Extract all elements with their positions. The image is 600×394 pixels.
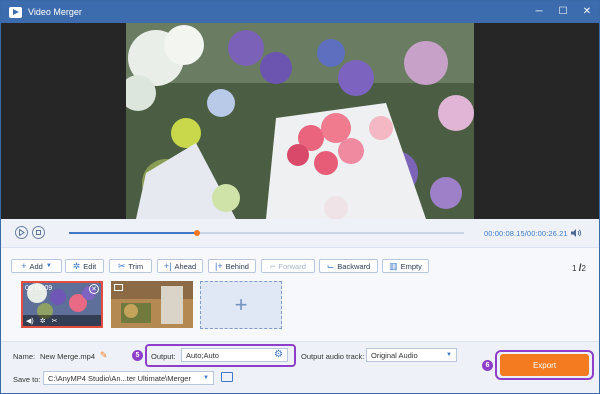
- behind-label: Behind: [225, 261, 249, 271]
- trash-icon: ▥: [389, 260, 398, 271]
- magic-wand-icon: ✲: [72, 260, 81, 271]
- output-value: Auto;Auto: [186, 350, 219, 360]
- caret-down-icon: ▼: [446, 352, 452, 358]
- folder-icon[interactable]: [221, 372, 233, 382]
- name-label: Name:: [13, 352, 36, 361]
- save-path-field[interactable]: C:\AnyMP4 Studio\An...ter Ultimate\Merge…: [43, 371, 214, 385]
- video-frame: [126, 23, 474, 219]
- window-title: Video Merger: [28, 7, 82, 17]
- audio-track-value: Original Audio: [371, 350, 418, 360]
- save-to-label: Save to:: [13, 375, 41, 384]
- caret-down-icon: ▼: [45, 263, 52, 269]
- title-bar: Video Merger ─ ☐ ✕: [1, 1, 599, 23]
- progress-knob[interactable]: [193, 230, 200, 236]
- audio-track-select[interactable]: Original Audio ▼: [366, 348, 457, 362]
- output-format-field[interactable]: Auto;Auto: [181, 348, 288, 362]
- trim-label: Trim: [128, 261, 144, 271]
- play-button[interactable]: [15, 226, 28, 239]
- edit-button[interactable]: ✲ Edit: [65, 259, 104, 273]
- clip-strip: 00:00:09 ✕ ◀) ✲ ✂ +: [1, 277, 599, 341]
- total-time: 00:00:26.21: [526, 229, 568, 238]
- film-icon: [114, 284, 123, 291]
- page-current: 1: [572, 264, 577, 273]
- flower-image: [126, 23, 474, 219]
- behind-button[interactable]: |+ Behind: [208, 259, 256, 273]
- play-icon: [19, 229, 25, 236]
- rename-pencil-icon[interactable]: ✎: [100, 350, 108, 361]
- scissors-icon: ✂: [117, 260, 126, 271]
- bar-plus-icon: |+: [215, 260, 223, 271]
- page-total: 2: [581, 264, 586, 273]
- plus-icon: +: [21, 260, 27, 271]
- maximize-button[interactable]: ☐: [557, 5, 569, 18]
- volume-icon[interactable]: ◀): [26, 317, 34, 325]
- forward-icon: ⌐: [270, 260, 276, 271]
- preview-area: [1, 23, 599, 219]
- clip-thumbnail-1[interactable]: 00:00:09 ✕ ◀) ✲ ✂: [21, 281, 103, 328]
- forward-button[interactable]: ⌐ Forward: [261, 259, 315, 273]
- save-path: C:\AnyMP4 Studio\An...ter Ultimate\Merge…: [48, 373, 191, 383]
- step-5-badge: 5: [132, 350, 143, 361]
- add-clip-slot[interactable]: +: [200, 281, 282, 329]
- clip-duration: 00:00:09: [25, 285, 53, 292]
- progress-fill: [69, 232, 197, 234]
- stop-icon: [36, 230, 41, 235]
- add-button[interactable]: + Add ▼: [11, 259, 62, 273]
- forward-label: Forward: [278, 261, 306, 271]
- plus-bar-icon: +|: [163, 260, 172, 271]
- current-time: 00:00:08.15: [484, 229, 525, 238]
- empty-label: Empty: [400, 261, 422, 271]
- page-indicator: 1 /2: [572, 263, 586, 274]
- magic-wand-icon[interactable]: ✲: [40, 317, 46, 325]
- export-button[interactable]: Export: [500, 354, 589, 376]
- ahead-button[interactable]: +| Ahead: [157, 259, 203, 273]
- empty-button[interactable]: ▥ Empty: [382, 259, 429, 273]
- video-merger-window: Video Merger ─ ☐ ✕ 00:00:08.15/00:00:26.…: [0, 0, 600, 394]
- time-readout: 00:00:08.15/00:00:26.21: [484, 229, 568, 238]
- close-button[interactable]: ✕: [581, 5, 593, 18]
- add-label: Add: [29, 261, 43, 271]
- app-logo-icon: [9, 6, 22, 18]
- backward-label: Backward: [337, 261, 371, 271]
- file-name: New Merge.mp4: [40, 352, 96, 361]
- playback-controls: 00:00:08.15/00:00:26.21: [1, 219, 599, 247]
- trim-button[interactable]: ✂ Trim: [109, 259, 152, 273]
- edit-label: Edit: [83, 261, 97, 271]
- scissors-icon[interactable]: ✂: [52, 317, 58, 325]
- clip-2-image: [111, 281, 193, 328]
- clip-toolbar: + Add ▼ ✲ Edit ✂ Trim +| Ahead |+ Behind ⌐ Forw…: [1, 247, 599, 277]
- step-6-badge: 6: [482, 360, 493, 371]
- backward-icon: ⌙: [326, 260, 335, 271]
- remove-clip-icon[interactable]: ✕: [89, 284, 99, 294]
- output-label: Output:: [151, 352, 176, 361]
- clip-actions: ◀) ✲ ✂: [23, 315, 101, 326]
- caret-down-icon: ▼: [203, 375, 209, 381]
- stop-button[interactable]: [32, 226, 45, 239]
- volume-icon[interactable]: [570, 228, 582, 238]
- audio-track-label: Output audio track:: [301, 352, 365, 361]
- backward-button[interactable]: ⌙ Backward: [319, 259, 378, 273]
- ahead-label: Ahead: [174, 261, 197, 271]
- settings-gear-icon[interactable]: ⚙: [274, 349, 283, 360]
- clip-thumbnail-2[interactable]: [111, 281, 193, 328]
- minimize-button[interactable]: ─: [533, 5, 545, 18]
- progress-slider[interactable]: [69, 230, 464, 236]
